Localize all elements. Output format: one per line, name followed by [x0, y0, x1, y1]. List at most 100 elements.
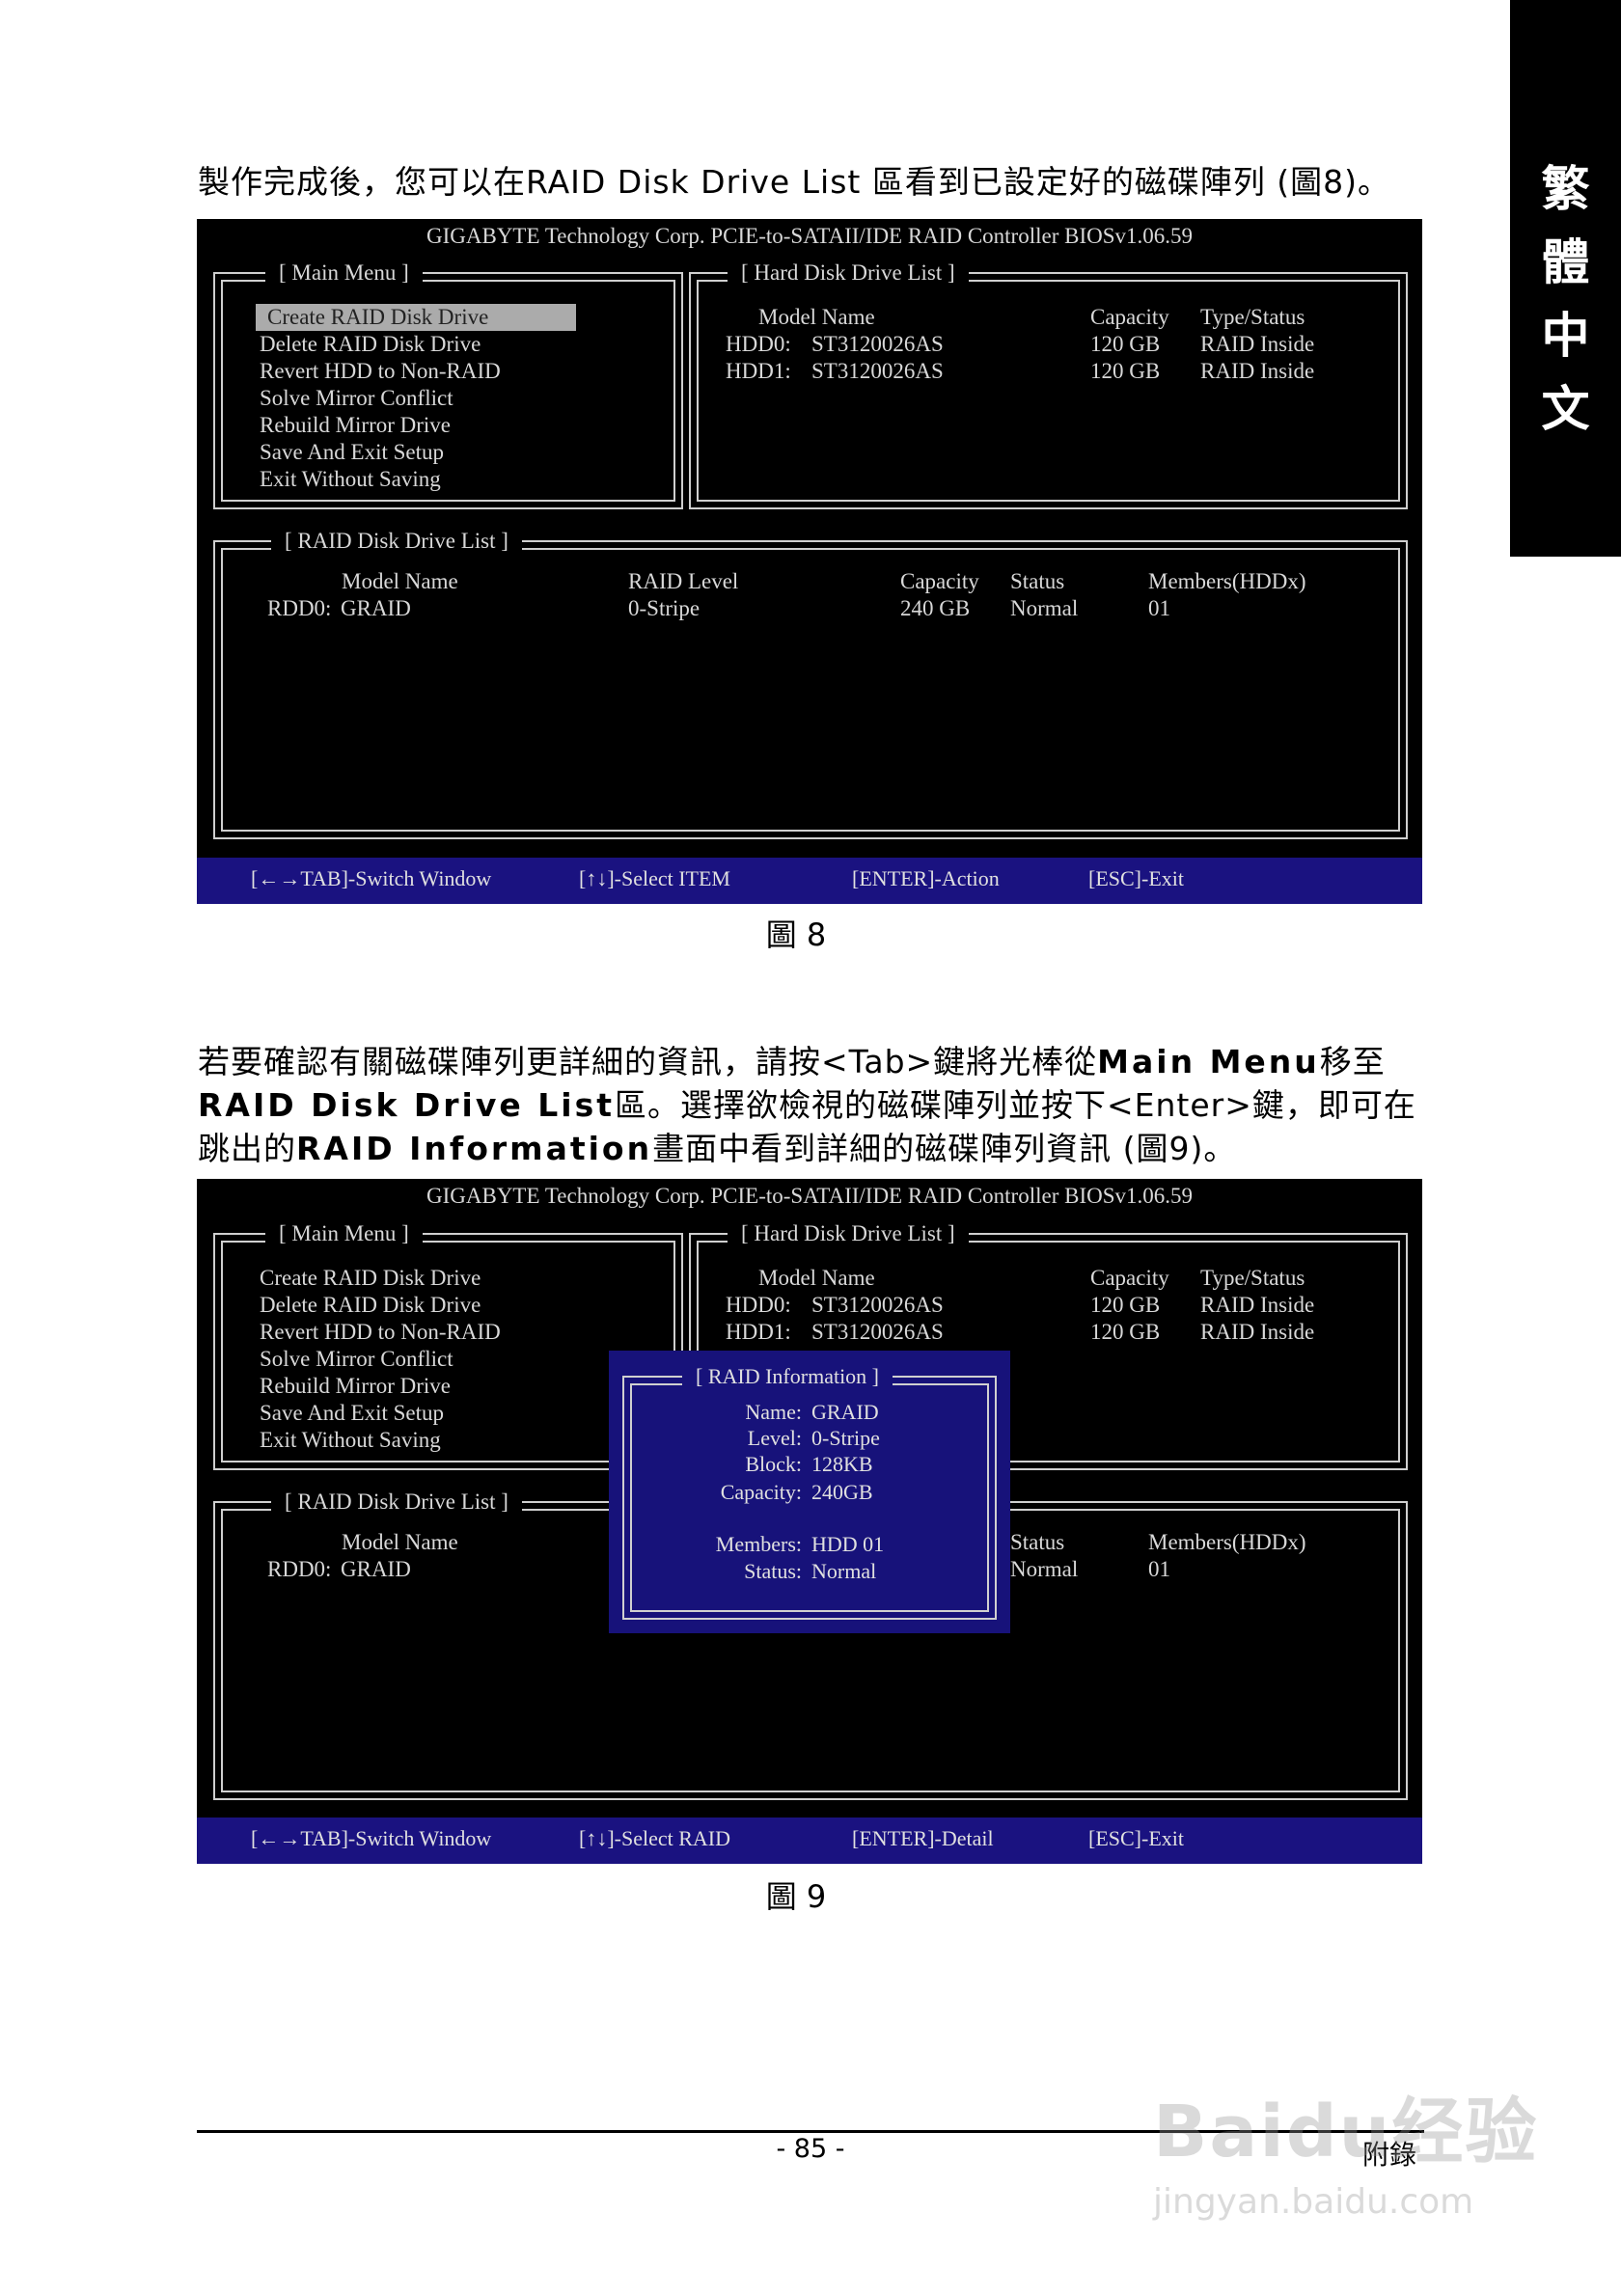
hdd-header-model: Model Name — [758, 1266, 875, 1290]
raid-row-id[interactable]: RDD0: — [267, 1556, 331, 1583]
hdd-row-id: HDD1: — [726, 359, 791, 383]
side-tab-char: 體 — [1541, 233, 1590, 290]
bios-title: GIGABYTE Technology Corp. PCIE-to-SATAII… — [426, 1184, 1194, 1208]
raid-info-capacity: 240GB — [811, 1480, 873, 1504]
menu-item-rebuild-mirror[interactable]: Rebuild Mirror Drive — [260, 412, 451, 439]
hdd-row-type: RAID Inside — [1200, 1293, 1315, 1317]
hdd-header-type: Type/Status — [1200, 1266, 1305, 1290]
hdd-list-title: [ Hard Disk Drive List ] — [728, 260, 969, 287]
hdd-row-type: RAID Inside — [1200, 359, 1315, 383]
raid-header-status: Status — [1010, 1530, 1065, 1554]
raid-header-members: Members(HDDx) — [1148, 1530, 1306, 1554]
menu-item-delete-raid[interactable]: Delete RAID Disk Drive — [260, 1292, 481, 1319]
raid-header-status: Status — [1010, 569, 1065, 593]
watermark-url: jingyan.baidu.com — [1153, 2182, 1474, 2222]
hdd-row-id: HDD0: — [726, 332, 791, 356]
hint-enter: [ENTER]-Action — [852, 866, 1000, 890]
hdd-row-type: RAID Inside — [1200, 1320, 1315, 1344]
raid-info-name: GRAID — [811, 1400, 879, 1424]
raid-info-level-label: Level: — [747, 1426, 802, 1450]
main-menu-title: [ Main Menu ] — [265, 260, 423, 287]
hint-select: [↑↓]-Select ITEM — [579, 866, 730, 890]
raid-list-title: [ RAID Disk Drive List ] — [271, 528, 522, 555]
side-tab-char: 繁 — [1541, 160, 1590, 217]
raid-list-panel: [ RAID Disk Drive List ] Model Name RAID… — [213, 528, 1408, 839]
hdd-header-capacity: Capacity — [1090, 305, 1169, 329]
menu-item-revert-hdd[interactable]: Revert HDD to Non-RAID — [260, 358, 501, 385]
main-menu-panel: [ Main Menu ] Create RAID Disk Drive Del… — [213, 260, 683, 509]
figure-caption-9: 圖 9 — [765, 1878, 827, 1915]
hdd-row-model: ST3120026AS — [811, 332, 944, 356]
menu-item-save-exit[interactable]: Save And Exit Setup — [260, 1400, 444, 1427]
raid-row-capacity: 240 GB — [900, 596, 971, 620]
hdd-row-id: HDD1: — [726, 1320, 791, 1344]
raid-info-status-label: Status: — [744, 1559, 802, 1583]
hdd-row-id: HDD0: — [726, 1293, 791, 1317]
menu-item-revert-hdd[interactable]: Revert HDD to Non-RAID — [260, 1319, 501, 1346]
raid-info-block-label: Block: — [745, 1452, 802, 1476]
raid-info-block: 128KB — [811, 1452, 873, 1476]
menu-item-exit-no-save[interactable]: Exit Without Saving — [260, 1427, 441, 1454]
raid-info-level: 0-Stripe — [811, 1426, 880, 1450]
raid-info-members: HDD 01 — [811, 1532, 885, 1556]
hdd-row-model: ST3120026AS — [811, 1293, 944, 1317]
hint-esc: [ESC]-Exit — [1088, 1826, 1184, 1850]
hdd-header-type: Type/Status — [1200, 305, 1305, 329]
raid-row-status: Normal — [1010, 596, 1079, 620]
hdd-row-type: RAID Inside — [1200, 332, 1315, 356]
raid-header-members: Members(HDDx) — [1148, 569, 1306, 593]
main-menu-title: [ Main Menu ] — [265, 1220, 423, 1247]
menu-item-save-exit[interactable]: Save And Exit Setup — [260, 439, 444, 466]
raid-header-capacity: Capacity — [900, 569, 979, 593]
bios-title: GIGABYTE Technology Corp. PCIE-to-SATAII… — [426, 224, 1194, 248]
hdd-row-capacity: 120 GB — [1090, 359, 1161, 383]
hint-switch-window: [←→TAB]-Switch Window — [251, 866, 492, 890]
hdd-header-model: Model Name — [758, 305, 875, 329]
hint-select: [↑↓]-Select RAID — [579, 1826, 731, 1850]
hint-esc: [ESC]-Exit — [1088, 866, 1184, 890]
detail-paragraph: 若要確認有關磁碟陣列更詳細的資訊，請按<Tab>鍵將光棒從Main Menu移至… — [198, 1043, 1416, 1167]
menu-item-rebuild-mirror[interactable]: Rebuild Mirror Drive — [260, 1373, 451, 1400]
bios-screen-fig8: GIGABYTE Technology Corp. PCIE-to-SATAII… — [197, 219, 1422, 904]
hdd-row-model: ST3120026AS — [811, 359, 944, 383]
raid-info-name-label: Name: — [745, 1400, 802, 1424]
hint-switch-window: [←→TAB]-Switch Window — [251, 1826, 492, 1850]
raid-information-popup: [ RAID Information ] Name: GRAID Level: … — [609, 1351, 1010, 1633]
raid-info-status: Normal — [811, 1559, 877, 1583]
raid-row-members: 01 — [1148, 1557, 1170, 1581]
side-tab-char: 中 — [1541, 307, 1590, 364]
hdd-row-model: ST3120026AS — [811, 1320, 944, 1344]
raid-row-model[interactable]: GRAID — [341, 1556, 411, 1583]
raid-header-level: RAID Level — [628, 569, 739, 593]
raid-header-model: Model Name — [342, 1530, 458, 1554]
raid-info-capacity-label: Capacity: — [720, 1480, 802, 1504]
raid-header-model: Model Name — [342, 569, 458, 593]
raid-list-title: [ RAID Disk Drive List ] — [271, 1489, 522, 1516]
menu-item-create-raid[interactable]: Create RAID Disk Drive — [256, 304, 576, 331]
bios-status-bar: [←→TAB]-Switch Window [↑↓]-Select RAID [… — [197, 1818, 1422, 1864]
menu-item-delete-raid[interactable]: Delete RAID Disk Drive — [260, 331, 481, 358]
hdd-list-title: [ Hard Disk Drive List ] — [728, 1220, 969, 1247]
figure-caption-8: 圖 8 — [765, 916, 827, 953]
hdd-list-panel: [ Hard Disk Drive List ] Model Name Capa… — [689, 260, 1408, 509]
raid-row-model[interactable]: GRAID — [341, 595, 411, 622]
hdd-row-capacity: 120 GB — [1090, 1293, 1161, 1317]
menu-item-solve-mirror[interactable]: Solve Mirror Conflict — [260, 1346, 453, 1373]
hdd-header-capacity: Capacity — [1090, 1266, 1169, 1290]
bios-screen-fig9: GIGABYTE Technology Corp. PCIE-to-SATAII… — [197, 1179, 1422, 1864]
hint-enter: [ENTER]-Detail — [852, 1826, 994, 1850]
hdd-row-capacity: 120 GB — [1090, 1320, 1161, 1344]
intro-paragraph: 製作完成後，您可以在RAID Disk Drive List 區看到已設定好的磁… — [198, 163, 1391, 201]
menu-item-create-raid[interactable]: Create RAID Disk Drive — [260, 1265, 481, 1292]
side-tab-char: 文 — [1541, 380, 1590, 437]
raid-info-title: [ RAID Information ] — [682, 1363, 893, 1390]
raid-info-members-label: Members: — [715, 1532, 802, 1556]
raid-row-id[interactable]: RDD0: — [267, 595, 331, 622]
raid-row-status: Normal — [1010, 1557, 1079, 1581]
menu-item-solve-mirror[interactable]: Solve Mirror Conflict — [260, 385, 453, 412]
menu-item-exit-no-save[interactable]: Exit Without Saving — [260, 466, 441, 493]
hdd-row-capacity: 120 GB — [1090, 332, 1161, 356]
raid-row-members: 01 — [1148, 596, 1170, 620]
raid-row-level: 0-Stripe — [628, 596, 701, 620]
language-side-tab: 繁 體 中 文 — [1510, 0, 1621, 557]
